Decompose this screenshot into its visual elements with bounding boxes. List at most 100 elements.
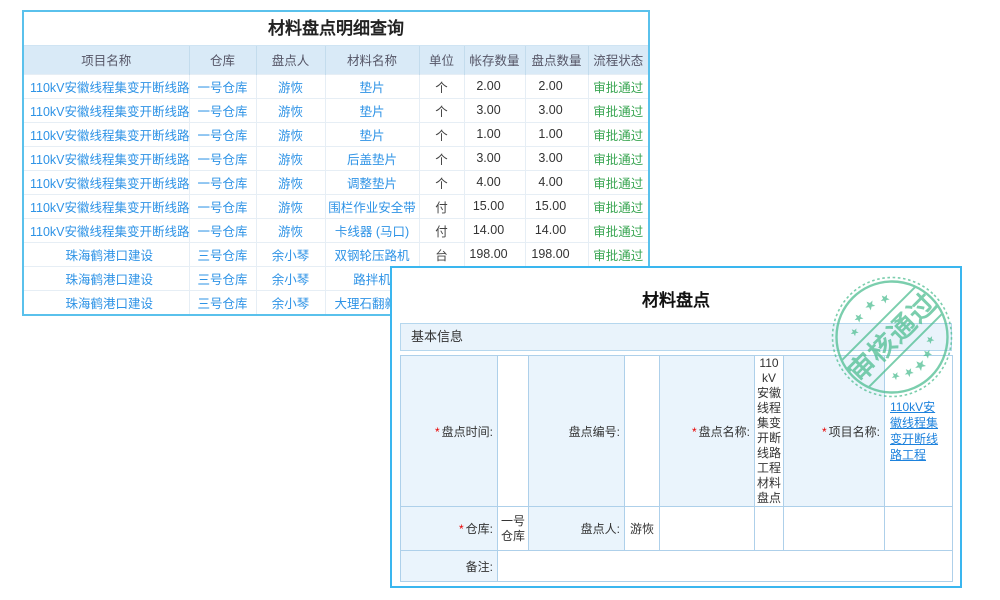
form-row-remark: 备注:: [401, 551, 953, 582]
cell-book-qty: 3.00: [464, 98, 525, 122]
cell-unit: 个: [419, 98, 464, 122]
cell-person: 游恢: [256, 98, 325, 122]
cell-unit: 个: [419, 74, 464, 98]
cell-status-link[interactable]: 审批通过: [588, 242, 648, 266]
cell-project-link[interactable]: 110kV安徽线程集变开断线路工程: [24, 170, 189, 194]
cell-person: 游恢: [256, 194, 325, 218]
cell-warehouse: 三号仓库: [189, 290, 256, 314]
stamp-star-icon: [852, 312, 864, 324]
table-row: 珠海鹤港口建设 三号仓库 余小琴 双钢轮压路机 台 198.00 198.00 …: [24, 242, 648, 266]
cell-warehouse: 三号仓库: [189, 266, 256, 290]
table-row: 110kV安徽线程集变开断线路工程 一号仓库 游恢 围栏作业安全带 付 15.0…: [24, 194, 648, 218]
material-inventory-detail-panel: 材料盘点 基本信息 *盘点时间: 盘点编号: *盘点名称: 110kV安徽线程集…: [390, 266, 962, 588]
cell-count-qty: 1.00: [525, 122, 588, 146]
cell-unit: 付: [419, 194, 464, 218]
query-panel-title: 材料盘点明细查询: [24, 12, 648, 46]
cell-unit: 个: [419, 122, 464, 146]
empty-cell: [784, 507, 885, 551]
inventory-time-value: [498, 356, 529, 507]
cell-status-link[interactable]: 审批通过: [588, 74, 648, 98]
cell-status-link[interactable]: 审批通过: [588, 170, 648, 194]
table-header-row: 项目名称 仓库 盘点人 材料名称 单位 帐存数量 盘点数量 流程状态: [24, 46, 648, 74]
col-header-person: 盘点人: [256, 46, 325, 74]
table-row: 110kV安徽线程集变开断线路工程 一号仓库 游恢 垫片 个 1.00 1.00…: [24, 122, 648, 146]
empty-cell: [755, 507, 784, 551]
cell-person: 余小琴: [256, 290, 325, 314]
cell-project-link[interactable]: 110kV安徽线程集变开断线路工程: [24, 194, 189, 218]
basic-info-form: *盘点时间: 盘点编号: *盘点名称: 110kV安徽线程集变开断线路工程材料盘…: [400, 355, 953, 582]
required-marker: *: [692, 425, 697, 439]
cell-project-link[interactable]: 110kV安徽线程集变开断线路工程: [24, 74, 189, 98]
remark-label: 备注:: [401, 551, 498, 582]
cell-project-link[interactable]: 珠海鹤港口建设: [24, 266, 189, 290]
screen: 材料盘点明细查询 项目名称 仓库 盘点人 材料名称 单位 帐存数量 盘点数量 流…: [0, 0, 1000, 600]
cell-project-link[interactable]: 110kV安徽线程集变开断线路工程: [24, 98, 189, 122]
cell-count-qty: 4.00: [525, 170, 588, 194]
cell-material: 调整垫片: [325, 170, 419, 194]
cell-project-link[interactable]: 110kV安徽线程集变开断线路工程: [24, 218, 189, 242]
col-header-book-qty: 帐存数量: [464, 46, 525, 74]
cell-warehouse: 一号仓库: [189, 194, 256, 218]
cell-project-link[interactable]: 110kV安徽线程集变开断线路工程: [24, 146, 189, 170]
cell-count-qty: 198.00: [525, 242, 588, 266]
project-name-value-cell: 110kV安徽线程集变开断线路工程: [885, 356, 953, 507]
cell-material: 垫片: [325, 122, 419, 146]
cell-status-link[interactable]: 审批通过: [588, 218, 648, 242]
cell-status-link[interactable]: 审批通过: [588, 98, 648, 122]
table-row: 110kV安徽线程集变开断线路工程 一号仓库 游恢 垫片 个 3.00 3.00…: [24, 98, 648, 122]
form-row-main: *盘点时间: 盘点编号: *盘点名称: 110kV安徽线程集变开断线路工程材料盘…: [401, 356, 953, 507]
cell-material: 垫片: [325, 98, 419, 122]
cell-person: 游恢: [256, 122, 325, 146]
remark-value: [498, 551, 953, 582]
inventory-no-label: 盘点编号:: [529, 356, 625, 507]
cell-count-qty: 15.00: [525, 194, 588, 218]
inventory-name-value: 110kV安徽线程集变开断线路工程材料盘点: [755, 356, 784, 507]
cell-material: 垫片: [325, 74, 419, 98]
cell-book-qty: 4.00: [464, 170, 525, 194]
inventory-no-value: [625, 356, 660, 507]
person-value: 游恢: [625, 507, 660, 551]
empty-cell: [885, 507, 953, 551]
cell-warehouse: 一号仓库: [189, 170, 256, 194]
project-name-link[interactable]: 110kV安徽线程集变开断线路工程: [885, 399, 952, 463]
cell-status-link[interactable]: 审批通过: [588, 122, 648, 146]
cell-project-link[interactable]: 珠海鹤港口建设: [24, 242, 189, 266]
table-row: 110kV安徽线程集变开断线路工程 一号仓库 游恢 卡线器 (马口) 付 14.…: [24, 218, 648, 242]
project-name-label: *项目名称:: [784, 356, 885, 507]
cell-warehouse: 一号仓库: [189, 122, 256, 146]
table-row: 110kV安徽线程集变开断线路工程 一号仓库 游恢 调整垫片 个 4.00 4.…: [24, 170, 648, 194]
person-label: 盘点人:: [529, 507, 625, 551]
cell-person: 游恢: [256, 74, 325, 98]
basic-info-section-header: 基本信息: [400, 323, 952, 351]
cell-project-link[interactable]: 110kV安徽线程集变开断线路工程: [24, 122, 189, 146]
inventory-name-label: *盘点名称:: [660, 356, 755, 507]
warehouse-value: 一号仓库: [498, 507, 529, 551]
cell-material: 卡线器 (马口): [325, 218, 419, 242]
col-header-unit: 单位: [419, 46, 464, 74]
cell-book-qty: 14.00: [464, 218, 525, 242]
cell-count-qty: 14.00: [525, 218, 588, 242]
cell-book-qty: 3.00: [464, 146, 525, 170]
form-row-warehouse: *仓库: 一号仓库 盘点人: 游恢: [401, 507, 953, 551]
cell-material: 围栏作业安全带: [325, 194, 419, 218]
table-row: 110kV安徽线程集变开断线路工程 一号仓库 游恢 后盖垫片 个 3.00 3.…: [24, 146, 648, 170]
cell-warehouse: 一号仓库: [189, 218, 256, 242]
cell-unit: 台: [419, 242, 464, 266]
cell-book-qty: 2.00: [464, 74, 525, 98]
cell-unit: 付: [419, 218, 464, 242]
cell-warehouse: 三号仓库: [189, 242, 256, 266]
cell-person: 游恢: [256, 146, 325, 170]
cell-person: 余小琴: [256, 242, 325, 266]
required-marker: *: [459, 522, 464, 536]
cell-book-qty: 198.00: [464, 242, 525, 266]
col-header-warehouse: 仓库: [189, 46, 256, 74]
cell-status-link[interactable]: 审批通过: [588, 194, 648, 218]
cell-material: 后盖垫片: [325, 146, 419, 170]
cell-person: 游恢: [256, 218, 325, 242]
empty-cell: [660, 507, 755, 551]
cell-status-link[interactable]: 审批通过: [588, 146, 648, 170]
cell-warehouse: 一号仓库: [189, 146, 256, 170]
cell-project-link[interactable]: 珠海鹤港口建设: [24, 290, 189, 314]
cell-count-qty: 2.00: [525, 74, 588, 98]
cell-warehouse: 一号仓库: [189, 74, 256, 98]
